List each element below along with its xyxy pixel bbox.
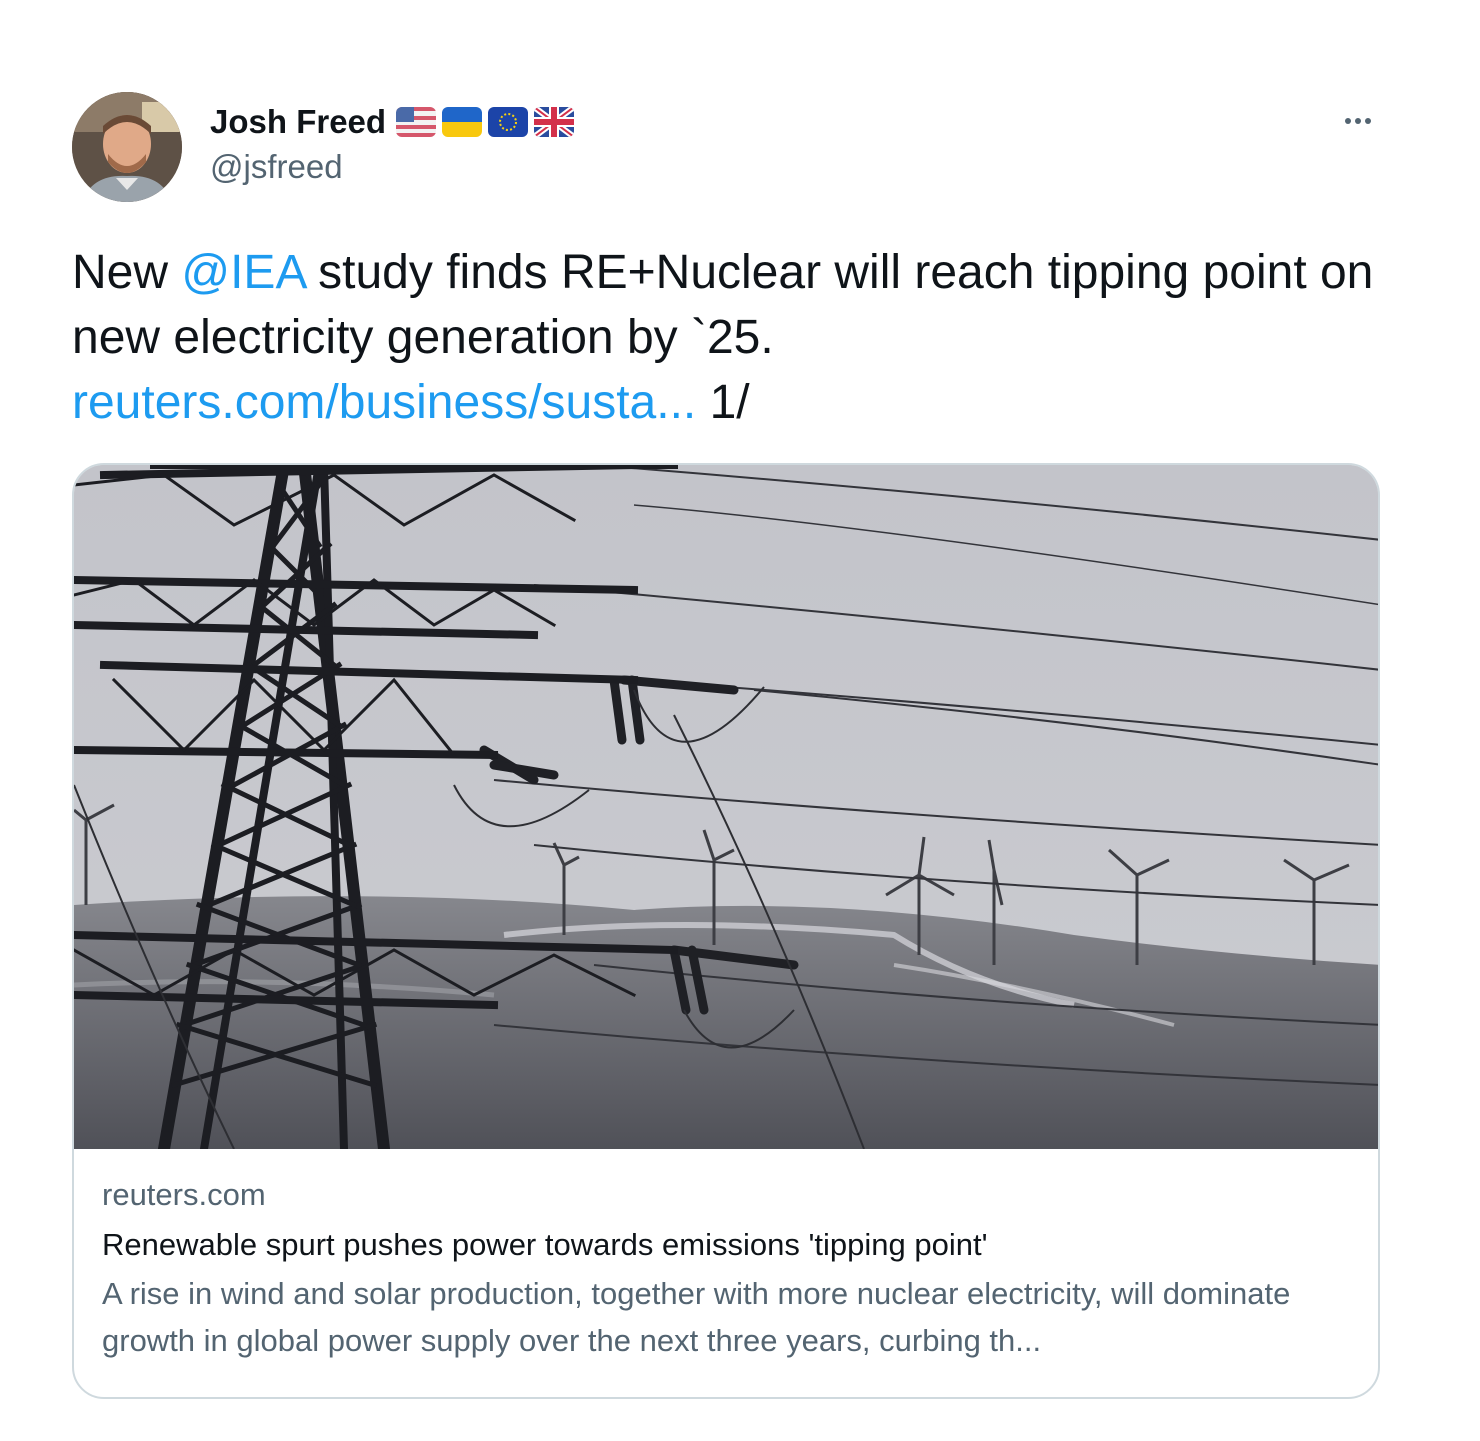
card-image [74, 465, 1378, 1149]
more-options-icon[interactable] [1336, 104, 1380, 138]
flag-emojis [396, 107, 575, 137]
eu-flag-icon [488, 107, 529, 137]
tweet-text: New @IEA study finds RE+Nuclear will rea… [72, 240, 1392, 435]
card-description: A rise in wind and solar production, tog… [102, 1276, 1291, 1358]
link-preview-card[interactable]: reuters.com Renewable spurt pushes power… [72, 463, 1380, 1399]
more-dot [1365, 118, 1371, 124]
avatar[interactable] [72, 92, 182, 202]
article-link[interactable]: reuters.com/business/susta... [72, 376, 696, 429]
uk-flag-icon [534, 107, 575, 137]
author-name-row: Josh Freed [210, 100, 575, 144]
us-flag-icon [396, 107, 437, 137]
card-title: Renewable spurt pushes power towards emi… [102, 1227, 988, 1262]
ukraine-flag-icon [442, 107, 483, 137]
tweet: Josh Freed @jsfreed New @IEA study finds… [0, 0, 1480, 1441]
more-dot [1355, 118, 1361, 124]
author-display-name[interactable]: Josh Freed [210, 103, 386, 141]
card-domain: reuters.com [102, 1177, 266, 1212]
more-dot [1345, 118, 1351, 124]
thread-counter: 1/ [696, 376, 750, 429]
card-meta: reuters.com Renewable spurt pushes power… [102, 1170, 1352, 1364]
author-handle[interactable]: @jsfreed [210, 148, 343, 186]
tweet-text-start: New [72, 246, 182, 299]
mention-link[interactable]: @IEA [181, 246, 304, 299]
